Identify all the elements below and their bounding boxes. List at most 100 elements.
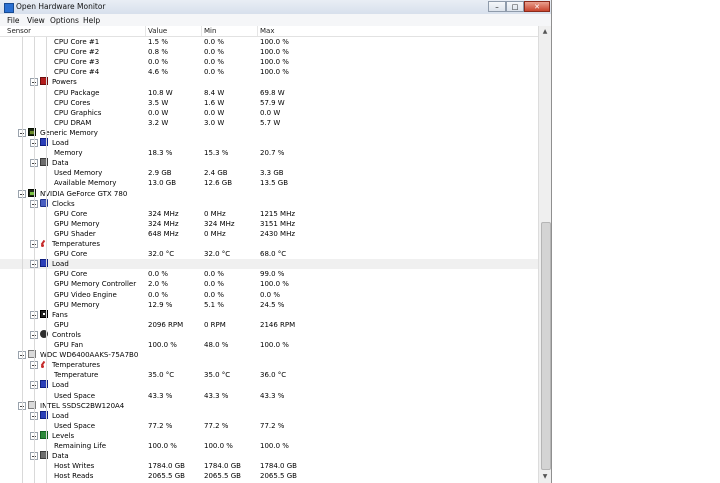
sensor-max: 13.5 GB [260, 179, 289, 188]
sensor-row[interactable]: GPU 2096 RPM 0 RPM 2146 RPM [0, 320, 538, 330]
column-max[interactable]: Max [260, 27, 274, 35]
sensor-row[interactable]: Available Memory 13.0 GB 12.6 GB 13.5 GB [0, 178, 538, 188]
sensor-min: 0.0 % [204, 270, 225, 279]
column-separator[interactable] [201, 26, 202, 36]
sensor-row[interactable]: Used Space 43.3 % 43.3 % 43.3 % [0, 391, 538, 401]
sensor-value: 77.2 % [148, 421, 173, 430]
tree-node[interactable]: Powers [0, 77, 538, 87]
node-label: Levels [52, 431, 75, 440]
column-separator[interactable] [257, 26, 258, 36]
sensor-row[interactable]: GPU Video Engine 0.0 % 0.0 % 0.0 % [0, 290, 538, 300]
menu-view[interactable]: View [27, 16, 45, 25]
sensor-label: GPU Core [54, 250, 88, 259]
sensor-value: 0.0 % [148, 58, 169, 67]
tree-guide-line [22, 37, 23, 483]
minimize-button[interactable]: – [488, 1, 506, 12]
sensor-row[interactable]: GPU Memory 324 MHz 324 MHz 3151 MHz [0, 219, 538, 229]
sensor-row[interactable]: Host Reads 2065.5 GB 2065.5 GB 2065.5 GB [0, 471, 538, 481]
column-sensor[interactable]: Sensor [7, 27, 31, 35]
sensor-label: Remaining Life [54, 442, 107, 450]
node-label: Data [52, 452, 69, 461]
node-label: Controls [52, 330, 81, 339]
sensor-row[interactable]: CPU Graphics 0.0 W 0.0 W 0.0 W [0, 108, 538, 118]
sensor-row[interactable]: GPU Memory 12.9 % 5.1 % 24.5 % [0, 300, 538, 310]
sensor-row[interactable]: CPU DRAM 3.2 W 3.0 W 5.7 W [0, 118, 538, 128]
sensor-min: 77.2 % [204, 421, 229, 430]
tree-node[interactable]: Load [0, 380, 538, 390]
sensor-row[interactable]: GPU Memory Controller 2.0 % 0.0 % 100.0 % [0, 279, 538, 289]
tree-node[interactable]: INTEL SSDSC2BW120A4 [0, 400, 538, 411]
tree-node[interactable]: Data [0, 158, 538, 168]
node-label: Data [52, 159, 69, 168]
tree-node[interactable]: WDC WD6400AAKS-75A7B0 [0, 350, 538, 360]
vertical-scrollbar[interactable]: ▲ ▼ [538, 26, 551, 483]
node-label: Temperatures [52, 361, 100, 370]
sensor-row[interactable]: Temperature 35.0 °C 35.0 °C 36.0 °C [0, 370, 538, 380]
sensor-label: CPU Cores [54, 98, 91, 107]
sensor-min: 0.0 % [204, 48, 225, 57]
tree-node[interactable]: Temperatures [0, 239, 538, 249]
menu-file[interactable]: File [7, 16, 20, 25]
column-separator[interactable] [145, 26, 146, 36]
tree-node[interactable]: Load [0, 410, 538, 421]
sensor-value: 32.0 °C [148, 250, 175, 259]
sensor-max: 100.0 % [260, 442, 289, 450]
scroll-down-button[interactable]: ▼ [540, 472, 550, 482]
sensor-value: 10.8 W [148, 88, 173, 97]
tree-node[interactable]: Load [0, 138, 538, 148]
maximize-button[interactable]: □ [506, 1, 524, 12]
sensor-row[interactable]: GPU Core 324 MHz 0 MHz 1215 MHz [0, 209, 538, 219]
sensor-row[interactable]: CPU Core #2 0.8 % 0.0 % 100.0 % [0, 47, 538, 57]
sensor-label: Memory [54, 149, 83, 158]
node-label: Load [52, 139, 69, 147]
sensor-row[interactable]: CPU Package 10.8 W 8.4 W 69.8 W [0, 88, 538, 98]
sensor-label: Temperature [54, 371, 99, 380]
sensor-label: CPU Core #1 [54, 38, 100, 46]
tree-node[interactable]: Fans [0, 309, 538, 320]
sensor-row[interactable]: Memory 18.3 % 15.3 % 20.7 % [0, 148, 538, 158]
sensor-max: 2146 RPM [260, 320, 296, 329]
sensor-max: 57.9 W [260, 98, 285, 107]
sensor-row[interactable]: CPU Core #1 1.5 % 0.0 % 100.0 % [0, 37, 538, 47]
scroll-thumb[interactable] [541, 222, 551, 470]
title-bar[interactable]: Open Hardware Monitor – □ ✕ [0, 0, 551, 15]
sensor-row[interactable]: GPU Core 32.0 °C 32.0 °C 68.0 °C [0, 249, 538, 259]
sensor-row[interactable]: CPU Core #4 4.6 % 0.0 % 100.0 % [0, 67, 538, 77]
sensor-min: 2.4 GB [204, 169, 228, 178]
sensor-max: 5.7 W [260, 118, 281, 127]
sensor-row[interactable]: Used Memory 2.9 GB 2.4 GB 3.3 GB [0, 168, 538, 178]
tree-node[interactable]: Data [0, 451, 538, 461]
sensor-label: Available Memory [54, 179, 117, 188]
tree-node[interactable]: Temperatures [0, 360, 538, 370]
sensor-row[interactable]: CPU Core #3 0.0 % 0.0 % 100.0 % [0, 57, 538, 67]
menu-options[interactable]: Options [50, 16, 79, 25]
sensor-row[interactable]: CPU Cores 3.5 W 1.6 W 57.9 W [0, 98, 538, 108]
tree-node[interactable]: Generic Memory [0, 127, 538, 138]
sensor-label: Used Memory [54, 169, 103, 178]
sensor-row[interactable]: Host Writes 1784.0 GB 1784.0 GB 1784.0 GB [0, 461, 538, 471]
sensor-label: CPU Package [54, 88, 100, 97]
tree-node[interactable]: NVIDIA GeForce GTX 780 [0, 188, 538, 199]
tree-node[interactable]: Levels [0, 430, 538, 441]
sensor-min: 1.6 W [204, 98, 225, 107]
sensor-label: GPU Memory [54, 219, 100, 228]
sensor-value: 35.0 °C [148, 371, 175, 380]
sensor-max: 3.3 GB [260, 169, 284, 178]
node-label: WDC WD6400AAKS-75A7B0 [40, 351, 139, 360]
sensor-row[interactable]: Used Space 77.2 % 77.2 % 77.2 % [0, 421, 538, 431]
sensor-row[interactable]: GPU Core 0.0 % 0.0 % 99.0 % [0, 269, 538, 279]
sensor-row[interactable]: GPU Shader 648 MHz 0 MHz 2430 MHz [0, 229, 538, 239]
tree-node[interactable]: Load [0, 259, 538, 270]
scroll-up-button[interactable]: ▲ [540, 27, 550, 37]
sensor-row[interactable]: Remaining Life 100.0 % 100.0 % 100.0 % [0, 441, 538, 451]
column-min[interactable]: Min [204, 27, 216, 35]
sensor-row[interactable]: GPU Fan 100.0 % 48.0 % 100.0 % [0, 340, 538, 350]
sensor-min: 0.0 % [204, 280, 225, 289]
close-button[interactable]: ✕ [524, 1, 550, 12]
sensor-tree[interactable]: CPU Core #1 1.5 % 0.0 % 100.0 % CPU Core #2 0… [0, 37, 538, 483]
column-value[interactable]: Value [148, 27, 167, 35]
tree-node[interactable]: Controls [0, 329, 538, 340]
menu-help[interactable]: Help [83, 16, 100, 25]
tree-node[interactable]: Clocks [0, 198, 538, 209]
node-label: Temperatures [52, 240, 100, 248]
